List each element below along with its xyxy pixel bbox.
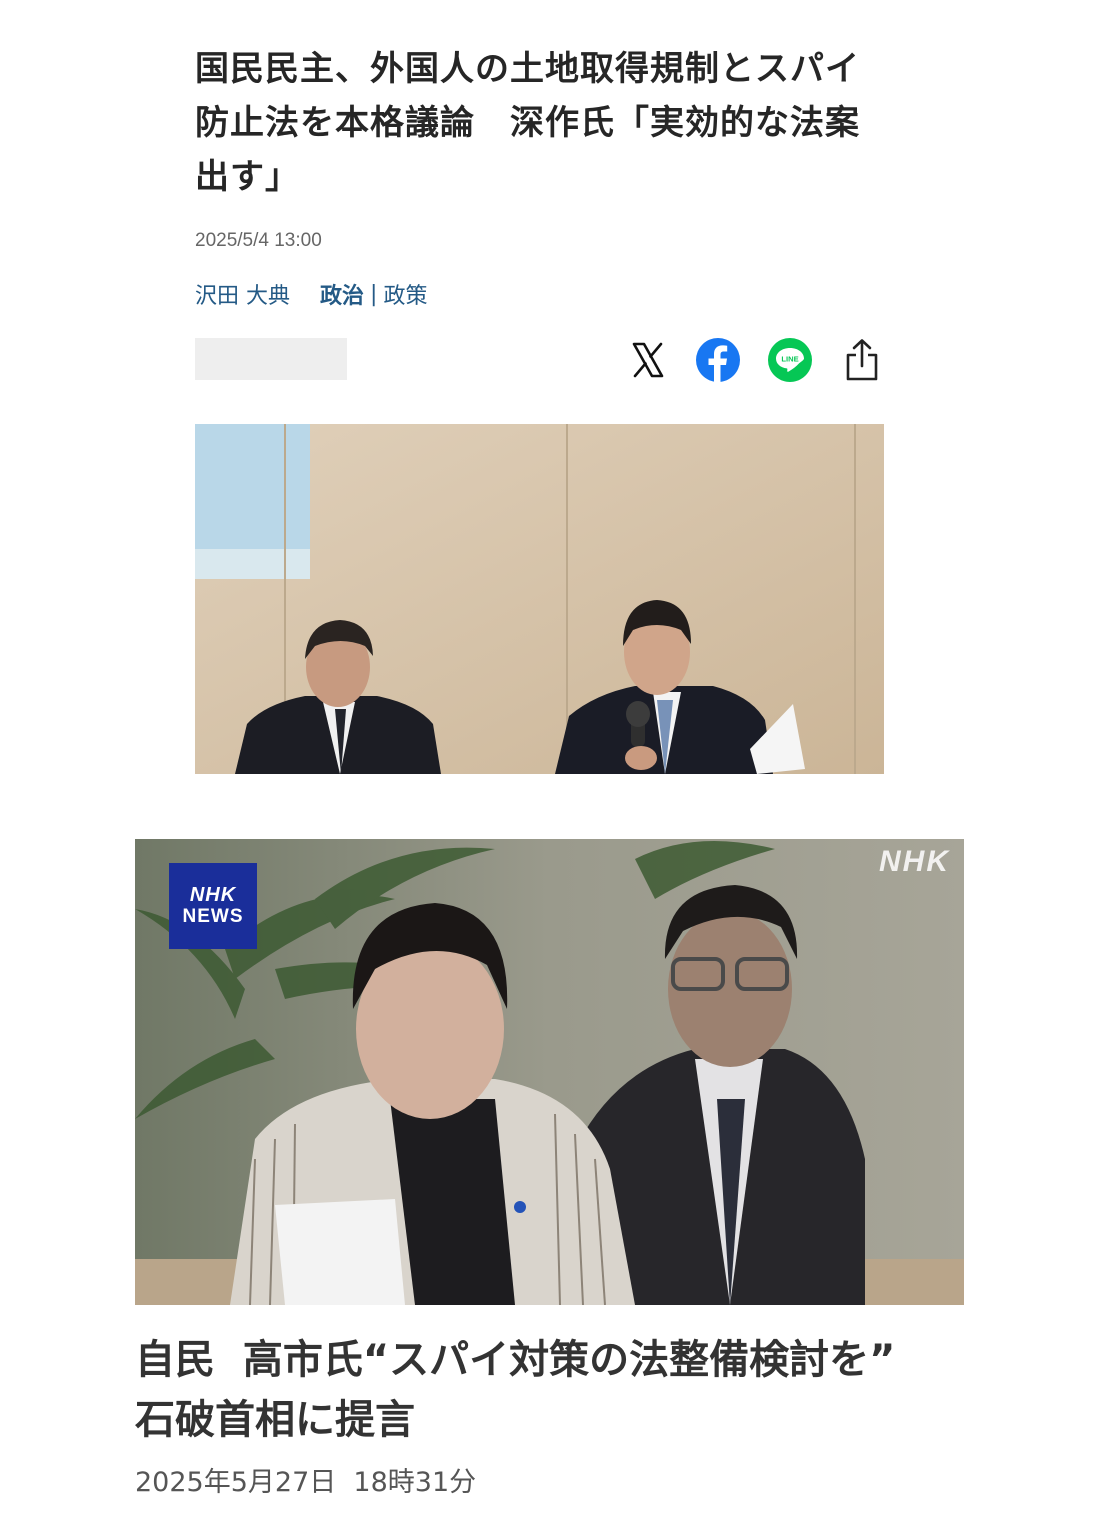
share-x-button[interactable]: [624, 336, 672, 384]
headline-line-1: 国民民主、外国人の土地取得規制とスパイ: [195, 49, 860, 89]
share-facebook-button[interactable]: [694, 336, 742, 384]
article-meta: 沢田 大典 政治 | 政策: [195, 278, 427, 310]
line-icon: LINE: [768, 338, 812, 382]
category-separator: |: [370, 281, 378, 307]
category-link-policy[interactable]: 政策: [383, 278, 427, 310]
nhk-watermark: NHK: [879, 845, 950, 878]
share-upload-button[interactable]: [838, 336, 886, 384]
article-timestamp: 2025/5/4 13:00: [195, 230, 322, 251]
x-icon: [632, 342, 664, 378]
nhk-badge-line2: NEWS: [182, 906, 244, 927]
nhk-article-headline: 自民 高市氏“スパイ対策の法整備検討を” 石破首相に提言: [135, 1330, 965, 1450]
ad-placeholder: [195, 338, 347, 380]
nhk-headline-line-2: 石破首相に提言: [135, 1397, 415, 1443]
nhk-badge-line1: NHK: [189, 884, 237, 906]
nhk-headline-line-1: 自民 高市氏“スパイ対策の法整備検討を”: [135, 1337, 896, 1383]
article-headline: 国民民主、外国人の土地取得規制とスパイ 防止法を本格議論 深作氏「実効的な法案 …: [195, 42, 895, 204]
article-photo-nhk: NHK NEWS NHK: [135, 839, 964, 1305]
category-link-politics[interactable]: 政治: [320, 278, 364, 310]
share-line-button[interactable]: LINE: [766, 336, 814, 384]
nhk-article-timestamp: 2025年5月27日 18時31分: [135, 1467, 477, 1498]
nhk-news-badge: NHK NEWS: [169, 863, 257, 949]
headline-line-2: 防止法を本格議論 深作氏「実効的な法案: [195, 103, 860, 143]
facebook-icon: [696, 338, 740, 383]
share-upload-icon: [846, 339, 878, 381]
headline-line-3: 出す」: [195, 157, 300, 197]
line-icon-text: LINE: [781, 355, 798, 364]
author-link[interactable]: 沢田 大典: [195, 278, 290, 310]
article-photo-press-conference: [195, 424, 884, 774]
